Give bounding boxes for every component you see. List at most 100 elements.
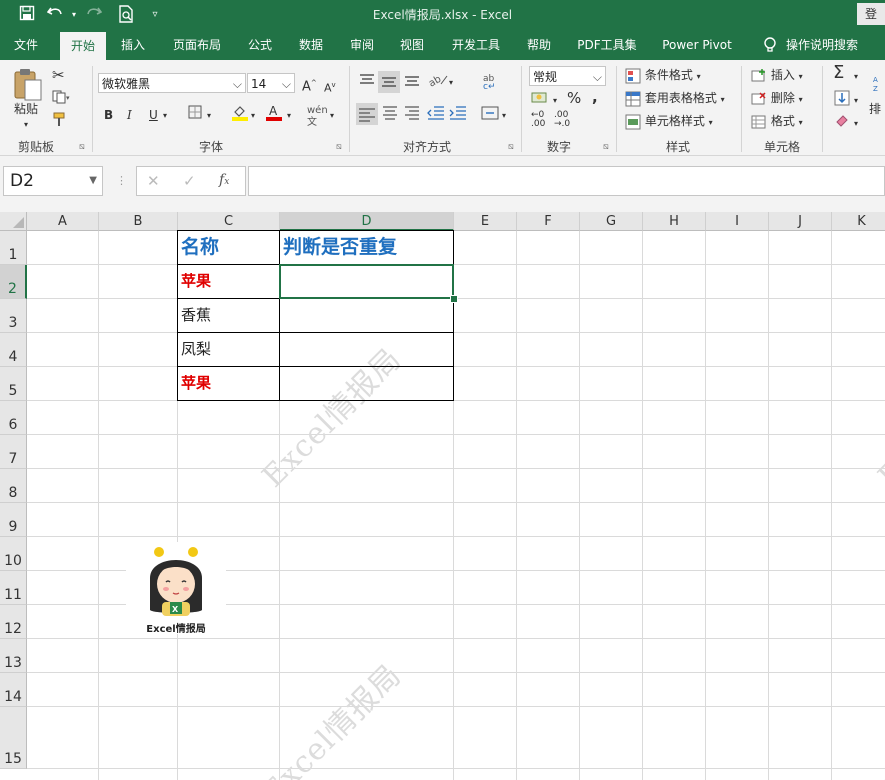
increase-decimal-icon[interactable]: ←0.00	[531, 111, 545, 129]
tab-data[interactable]: 数据	[290, 30, 332, 60]
increase-font-icon[interactable]: A^	[302, 74, 317, 96]
row-header-2[interactable]: 2	[0, 265, 27, 299]
copy-icon[interactable]: ▾	[52, 90, 70, 109]
row-header-3[interactable]: 3	[0, 299, 27, 333]
autosum-dropdown-icon[interactable]: ▾	[854, 68, 858, 86]
sort-filter-icon[interactable]: AZ	[873, 74, 885, 97]
column-header-k[interactable]: K	[832, 212, 885, 231]
font-color-dropdown-icon[interactable]: ▾	[287, 107, 291, 125]
column-header-a[interactable]: A	[27, 212, 99, 231]
format-cells-button[interactable]: 格式 ▾	[751, 112, 803, 132]
cell-c1-header-name[interactable]: 名称	[178, 231, 278, 264]
column-header-c[interactable]: C	[178, 212, 280, 231]
formula-input[interactable]	[248, 166, 885, 196]
cell-styles-button[interactable]: 单元格样式 ▾	[625, 112, 713, 132]
increase-indent-icon[interactable]	[448, 105, 468, 126]
decrease-decimal-icon[interactable]: .00 →.0	[554, 111, 570, 129]
bold-button[interactable]: B	[104, 106, 113, 124]
lightbulb-icon[interactable]	[758, 30, 782, 60]
underline-button[interactable]: U	[149, 106, 158, 124]
row-header-15[interactable]: 15	[0, 707, 27, 769]
column-header-d[interactable]: D	[280, 212, 454, 231]
row-header-10[interactable]: 10	[0, 537, 27, 571]
worksheet-grid[interactable]: A B C D E F G H I J K 1 2 3 4 5 6 7 8 9 …	[0, 212, 885, 780]
cell-d2-selected[interactable]	[279, 264, 454, 299]
number-launcher-icon[interactable]: ⧅	[603, 142, 609, 152]
tab-file[interactable]: 文件	[5, 30, 47, 60]
cell-c3[interactable]: 香蕉	[178, 299, 278, 332]
fill-dropdown-icon[interactable]: ▾	[854, 92, 858, 110]
conditional-formatting-button[interactable]: 条件格式 ▾	[625, 66, 701, 86]
font-launcher-icon[interactable]: ⧅	[336, 142, 342, 152]
align-bottom-icon[interactable]	[403, 72, 421, 93]
login-button[interactable]: 登	[857, 3, 885, 25]
row-header-8[interactable]: 8	[0, 469, 27, 503]
orientation-icon[interactable]: ab	[427, 72, 449, 93]
phonetic-dropdown-icon[interactable]: ▾	[330, 107, 334, 125]
row-header-9[interactable]: 9	[0, 503, 27, 537]
column-header-e[interactable]: E	[454, 212, 517, 231]
align-middle-icon[interactable]	[378, 71, 400, 93]
cut-icon[interactable]: ✂	[52, 66, 65, 84]
cell-d5[interactable]	[280, 367, 452, 400]
italic-button[interactable]: I	[127, 106, 132, 124]
row-header-1[interactable]: 1	[0, 231, 27, 265]
resize-handle-icon[interactable]: ⋮	[116, 174, 127, 187]
paste-icon[interactable]	[12, 68, 44, 102]
tab-insert[interactable]: 插入	[112, 30, 154, 60]
accounting-format-icon[interactable]	[531, 90, 553, 111]
tab-formulas[interactable]: 公式	[239, 30, 281, 60]
accounting-dropdown-icon[interactable]: ▾	[553, 92, 557, 110]
comma-style-icon[interactable]: ,	[592, 88, 598, 106]
cell-c5[interactable]: 苹果	[178, 367, 278, 400]
decrease-font-icon[interactable]: Av	[324, 76, 336, 98]
row-header-6[interactable]: 6	[0, 401, 27, 435]
align-right-icon[interactable]	[403, 105, 421, 126]
cell-c2[interactable]: 苹果	[178, 265, 278, 298]
merge-center-icon[interactable]	[481, 105, 499, 126]
column-header-h[interactable]: H	[643, 212, 706, 231]
enter-icon[interactable]: ✓	[183, 172, 196, 190]
sort-filter-button[interactable]: 排	[869, 100, 881, 118]
column-header-b[interactable]: B	[99, 212, 178, 231]
logo-picture[interactable]: X Excel情报局	[126, 542, 226, 635]
tab-home[interactable]: 开始	[60, 32, 106, 60]
tab-help[interactable]: 帮助	[518, 30, 560, 60]
clear-icon[interactable]	[834, 112, 850, 133]
align-left-icon[interactable]	[356, 103, 378, 125]
delete-cells-button[interactable]: 删除 ▾	[751, 89, 803, 109]
align-top-icon[interactable]	[358, 72, 376, 93]
cancel-icon[interactable]: ✕	[147, 172, 160, 190]
wrap-text-icon[interactable]: ab c↵	[481, 72, 499, 95]
font-size-select[interactable]: 14 ⌵	[247, 73, 295, 93]
font-name-select[interactable]: 微软雅黑 ⌵	[98, 73, 246, 93]
autosum-icon[interactable]: Σ	[833, 64, 844, 82]
tab-view[interactable]: 视图	[391, 30, 433, 60]
tab-pdf-tools[interactable]: PDF工具集	[572, 30, 642, 60]
percent-icon[interactable]: %	[567, 89, 581, 107]
underline-dropdown-icon[interactable]: ▾	[163, 107, 167, 125]
row-header-14[interactable]: 14	[0, 673, 27, 707]
name-box[interactable]: D2 ▼	[3, 166, 103, 196]
row-header-13[interactable]: 13	[0, 639, 27, 673]
row-header-5[interactable]: 5	[0, 367, 27, 401]
clipboard-launcher-icon[interactable]: ⧅	[79, 142, 85, 152]
cell-d3[interactable]	[280, 299, 452, 332]
border-dropdown-icon[interactable]: ▾	[207, 107, 211, 125]
column-header-j[interactable]: J	[769, 212, 832, 231]
cell-d4[interactable]	[280, 333, 452, 366]
number-format-select[interactable]: 常规 ⌵	[529, 66, 606, 86]
fill-color-icon[interactable]	[231, 103, 249, 126]
clear-dropdown-icon[interactable]: ▾	[854, 115, 858, 133]
decrease-indent-icon[interactable]	[426, 105, 446, 126]
select-all-corner[interactable]	[0, 212, 27, 231]
alignment-launcher-icon[interactable]: ⧅	[508, 142, 514, 152]
fill-icon[interactable]	[834, 90, 850, 111]
paste-dropdown-icon[interactable]: ▾	[24, 116, 28, 134]
cell-c4[interactable]: 凤梨	[178, 333, 278, 366]
format-painter-icon[interactable]	[52, 112, 68, 133]
row-header-4[interactable]: 4	[0, 333, 27, 367]
tell-me-search[interactable]: 操作说明搜索	[782, 30, 862, 60]
format-as-table-button[interactable]: 套用表格格式 ▾	[625, 89, 725, 109]
fill-color-dropdown-icon[interactable]: ▾	[251, 107, 255, 125]
